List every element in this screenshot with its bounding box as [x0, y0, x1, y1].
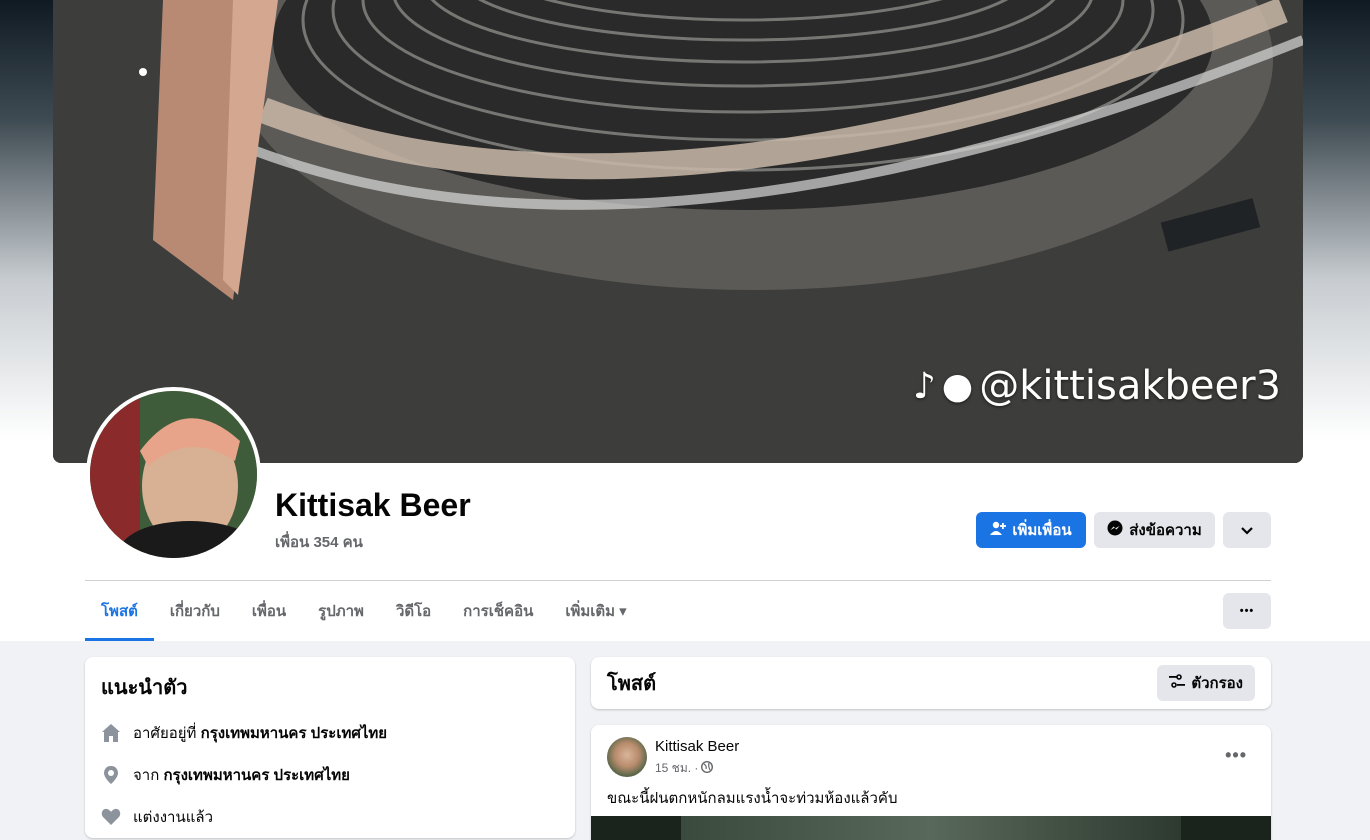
from-place[interactable]: กรุงเทพมหานคร ประเทศไทย	[163, 767, 349, 784]
intro-from: จาก กรุงเทพมหานคร ประเทศไทย	[101, 763, 559, 787]
lives-in-prefix: อาศัยอยู่ที่	[133, 725, 201, 742]
lives-in-place[interactable]: กรุงเทพมหานคร ประเทศไทย	[201, 725, 387, 742]
watermark-handle: @kittisakbeer3	[979, 363, 1281, 409]
intro-card: แนะนำตัว อาศัยอยู่ที่ กรุงเทพมหานคร ประเ…	[85, 657, 575, 838]
message-button[interactable]: ส่งข้อความ	[1094, 512, 1215, 548]
lives-in-text: อาศัยอยู่ที่ กรุงเทพมหานคร ประเทศไทย	[133, 721, 387, 745]
filter-button[interactable]: ตัวกรอง	[1157, 665, 1255, 701]
intro-title: แนะนำตัว	[101, 677, 188, 699]
add-friend-button[interactable]: เพิ่มเพื่อน	[976, 512, 1086, 548]
tab-checkins[interactable]: การเช็คอิน	[447, 581, 549, 641]
post-author-avatar[interactable]	[607, 737, 647, 777]
home-icon	[101, 723, 121, 743]
filter-label: ตัวกรอง	[1191, 675, 1243, 692]
globe-icon	[701, 760, 714, 776]
from-text: จาก กรุงเทพมหานคร ประเทศไทย	[133, 763, 350, 787]
cover-watermark: ♪ ● @kittisakbeer3	[913, 363, 1281, 409]
add-friend-label: เพิ่มเพื่อน	[1012, 522, 1072, 539]
profile-name: Kittisak Beer	[275, 487, 471, 523]
post-card: Kittisak Beer 15 ชม. · ••• ขณะนี้ฝนตกหนั…	[591, 725, 1271, 840]
more-options-button[interactable]	[1223, 512, 1271, 548]
profile-tabs: โพสต์ เกี่ยวกับ เพื่อน รูปภาพ วิดีโอ การ…	[85, 581, 643, 641]
post-text: ขณะนี้ฝนตกหนักลมแรงน้ำจะท่วมห้องแล้วคับ	[607, 790, 898, 807]
message-label: ส่งข้อความ	[1129, 522, 1202, 539]
filter-icon	[1169, 674, 1186, 692]
more-dots-icon: •••	[1239, 605, 1255, 617]
tiktok-icon: ♪	[912, 365, 936, 407]
avatar-photo	[90, 391, 257, 558]
cover-photo[interactable]: ♪ ● @kittisakbeer3	[53, 0, 1303, 463]
friend-count[interactable]: เพื่อน 354 คน	[275, 530, 363, 554]
from-prefix: จาก	[133, 767, 164, 784]
tab-more[interactable]: เพิ่มเติม ▾	[549, 581, 642, 641]
intro-relationship: แต่งงานแล้ว	[101, 805, 559, 829]
person-icon: ●	[941, 365, 974, 407]
post-meta: 15 ชม. ·	[655, 759, 714, 778]
messenger-icon	[1107, 520, 1123, 540]
post-media[interactable]	[591, 816, 1271, 840]
chevron-down-icon	[1241, 522, 1253, 539]
post-author-name[interactable]: Kittisak Beer	[655, 738, 739, 755]
posts-header-card: โพสต์ ตัวกรอง	[591, 657, 1271, 709]
tab-photos[interactable]: รูปภาพ	[302, 581, 380, 641]
tab-videos[interactable]: วิดีโอ	[380, 581, 447, 641]
profile-avatar[interactable]	[86, 387, 261, 562]
post-options-button[interactable]: •••	[1225, 745, 1247, 766]
tab-about[interactable]: เกี่ยวกับ	[154, 581, 236, 641]
post-media-image	[681, 816, 1181, 840]
location-pin-icon	[101, 765, 121, 785]
tabs-more-button[interactable]: •••	[1223, 593, 1271, 629]
relationship-text: แต่งงานแล้ว	[133, 809, 214, 826]
intro-lives-in: อาศัยอยู่ที่ กรุงเทพมหานคร ประเทศไทย	[101, 721, 559, 745]
add-person-icon	[990, 520, 1007, 540]
posts-title: โพสต์	[607, 673, 657, 695]
tab-posts[interactable]: โพสต์	[85, 581, 154, 641]
post-time[interactable]: 15 ชม. ·	[655, 759, 698, 778]
heart-icon	[101, 807, 121, 827]
tab-friends[interactable]: เพื่อน	[236, 581, 302, 641]
